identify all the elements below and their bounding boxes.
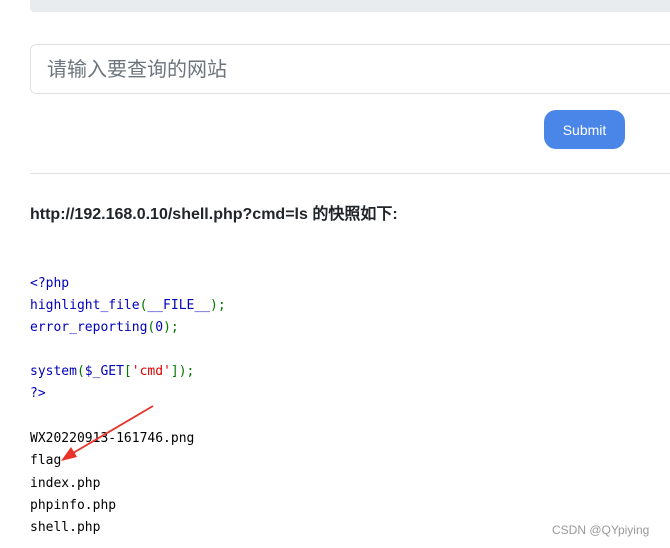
search-input[interactable] — [30, 44, 670, 94]
output-file: WX20220913-161746.png — [30, 431, 195, 446]
code-token: error_reporting — [30, 320, 148, 335]
page: Submit http://192.168.0.10/shell.php?cmd… — [0, 0, 670, 548]
code-token: ); — [210, 298, 226, 313]
code-line: error_reporting(0); — [30, 317, 226, 339]
code-line: highlight_file(__FILE__); — [30, 295, 226, 317]
code-token: __FILE__ — [147, 298, 211, 313]
code-token: system — [30, 364, 77, 379]
divider — [30, 173, 670, 174]
code-token: highlight_file — [30, 298, 140, 313]
code-token: <?php — [30, 276, 70, 291]
code-token: ( — [76, 364, 85, 379]
output-file: index.php — [30, 475, 101, 491]
code-token: ); — [163, 320, 179, 335]
watermark: CSDN @QYpiying — [552, 523, 650, 537]
code-token: 0 — [155, 320, 164, 335]
code-token: ]); — [170, 364, 195, 379]
code-token: [ — [123, 364, 132, 379]
top-bar — [30, 0, 670, 12]
output-file: shell.php — [30, 520, 101, 536]
code-line: <?php — [30, 273, 226, 295]
snapshot-heading: http://192.168.0.10/shell.php?cmd=ls 的快照… — [30, 206, 398, 223]
output-file: phpinfo.php — [30, 497, 117, 513]
php-source-code: <?php highlight_file(__FILE__); error_repo… — [30, 273, 226, 405]
code-token: ?> — [30, 386, 46, 401]
code-token: $_GET — [84, 364, 124, 379]
code-token: 'cmd' — [131, 364, 171, 379]
code-line: ?> — [30, 383, 226, 405]
code-line: system($_GET['cmd']); — [30, 361, 226, 383]
output-file: flag — [30, 453, 62, 469]
command-output-list: WX20220913-161746.png flag index.php php… — [30, 428, 194, 539]
submit-button[interactable]: Submit — [544, 110, 625, 149]
